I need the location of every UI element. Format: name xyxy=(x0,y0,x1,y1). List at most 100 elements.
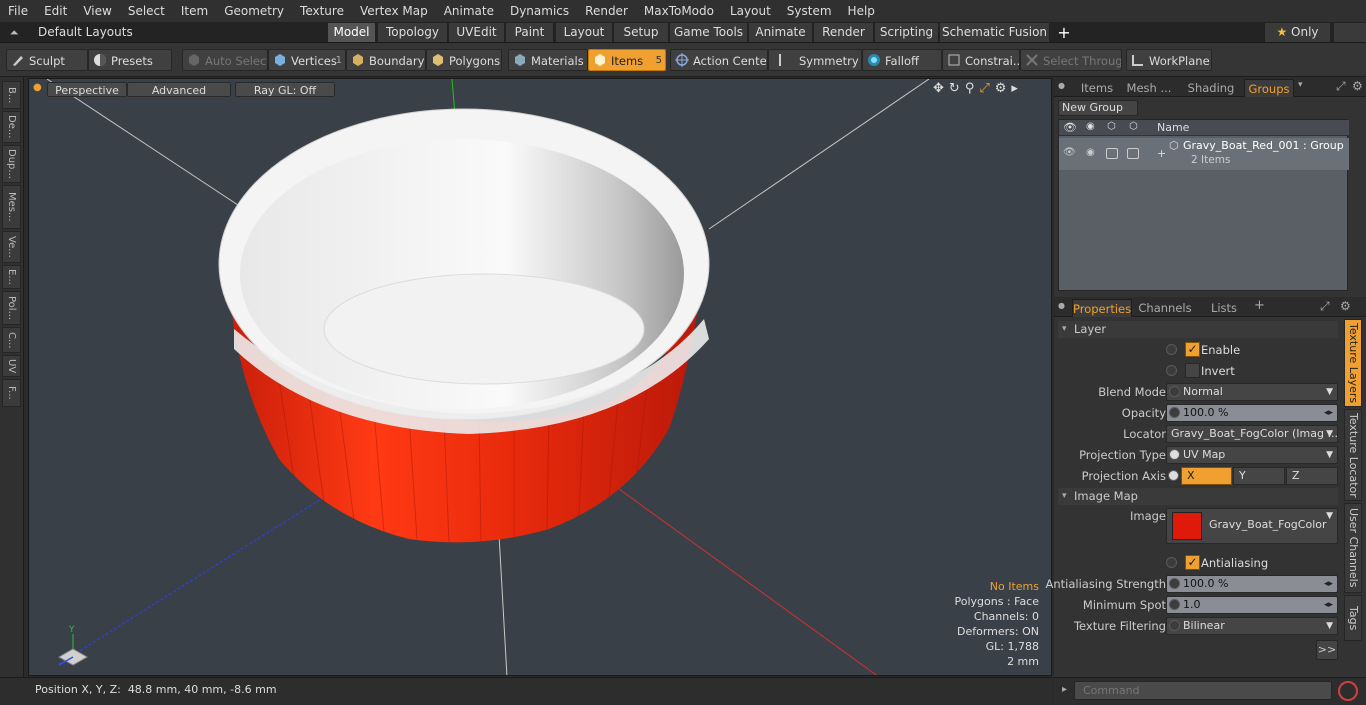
enable-dot[interactable] xyxy=(1166,344,1177,355)
antialiasing-checkbox[interactable]: ✓ xyxy=(1185,555,1200,570)
invert-dot[interactable] xyxy=(1166,365,1177,376)
left-tab-2[interactable]: Dup... xyxy=(2,145,21,183)
left-tab-1[interactable]: De... xyxy=(2,111,21,143)
projection-type-dot[interactable] xyxy=(1169,449,1180,460)
menu-layout[interactable]: Layout xyxy=(722,0,779,22)
left-tab-0[interactable]: B... xyxy=(2,81,21,109)
tabs-dropdown-icon[interactable]: ▾ xyxy=(1298,80,1303,90)
menu-geometry[interactable]: Geometry xyxy=(216,0,292,22)
opacity-field[interactable]: 100.0 % ◂▸ xyxy=(1166,404,1338,422)
tab-channels[interactable]: Channels xyxy=(1136,299,1194,317)
new-group-button[interactable]: New Group xyxy=(1058,100,1138,116)
projection-type-dropdown[interactable]: UV Map ▼ xyxy=(1166,446,1338,464)
view-more-icon[interactable]: ▸ xyxy=(1011,81,1023,96)
tab-schematic-fusion[interactable]: Schematic Fusion xyxy=(940,23,1050,42)
menu-system[interactable]: System xyxy=(779,0,840,22)
3d-viewport[interactable]: Y ● Perspective Advanced Ray GL: Off ✥↻⚲… xyxy=(28,78,1052,676)
tab-shading[interactable]: Shading xyxy=(1180,79,1242,97)
tab-scripting[interactable]: Scripting xyxy=(875,23,939,42)
left-tab-8[interactable]: UV xyxy=(2,355,21,377)
layer-section[interactable]: Layer xyxy=(1058,321,1338,338)
tab-items[interactable]: Items xyxy=(1074,79,1120,97)
move-view-icon[interactable]: ✥ xyxy=(933,81,949,96)
slider-arrows-icon[interactable]: ◂▸ xyxy=(1324,597,1333,613)
left-tab-6[interactable]: Pol... xyxy=(2,291,21,325)
presets-button[interactable]: Presets xyxy=(88,49,172,71)
invert-checkbox[interactable] xyxy=(1185,363,1200,378)
layout-arrow-icon[interactable]: ⏶ xyxy=(4,24,24,41)
row-visibility-icon[interactable]: 👁 xyxy=(1063,147,1076,158)
select-col-icon[interactable]: ⬡ xyxy=(1129,121,1138,132)
tab-setup[interactable]: Setup xyxy=(614,23,669,42)
row-select-box[interactable] xyxy=(1127,148,1139,159)
texture-filtering-dot[interactable] xyxy=(1169,620,1180,631)
add-properties-tab-icon[interactable]: + xyxy=(1254,298,1265,313)
add-tab-icon[interactable]: + xyxy=(1054,23,1074,42)
tab-groups[interactable]: Groups xyxy=(1244,79,1294,97)
panel-dot-icon[interactable]: ● xyxy=(1058,81,1065,90)
viewport-menu-dot-icon[interactable]: ● xyxy=(33,83,42,93)
auto-select-button[interactable]: Auto Select xyxy=(182,49,268,71)
tab-lists[interactable]: Lists xyxy=(1200,299,1248,317)
lock-col-icon[interactable]: ⬡ xyxy=(1107,121,1116,132)
constraints-button[interactable]: Constrai... xyxy=(942,49,1020,71)
sculpt-button[interactable]: Sculpt xyxy=(6,49,88,71)
left-tab-4[interactable]: Ve... xyxy=(2,231,21,263)
menu-vertex-map[interactable]: Vertex Map xyxy=(352,0,436,22)
side-tab-user-channels[interactable]: User Channels xyxy=(1344,503,1362,593)
side-tab-texture-locator[interactable]: Texture Locator xyxy=(1344,409,1362,501)
maximize-view-icon[interactable]: ⤢ xyxy=(979,81,994,96)
tab-animate[interactable]: Animate xyxy=(749,23,813,42)
menu-item[interactable]: Item xyxy=(173,0,216,22)
menu-animate[interactable]: Animate xyxy=(436,0,502,22)
tab-layout[interactable]: Layout xyxy=(556,23,613,42)
boundary-button[interactable]: Boundary xyxy=(346,49,426,71)
min-spot-field[interactable]: 1.0 ◂▸ xyxy=(1166,596,1338,614)
items-button[interactable]: Items 5 xyxy=(588,49,666,71)
aa-strength-field[interactable]: 100.0 % ◂▸ xyxy=(1166,575,1338,593)
raygl-button[interactable]: Ray GL: Off xyxy=(235,82,335,97)
image-map-section[interactable]: Image Map xyxy=(1058,488,1338,505)
antialiasing-dot[interactable] xyxy=(1166,557,1177,568)
slider-arrows-icon[interactable]: ◂▸ xyxy=(1324,405,1333,421)
opacity-dot[interactable] xyxy=(1169,407,1180,418)
row-render-icon[interactable]: ◉ xyxy=(1086,147,1095,158)
default-layouts-dropdown[interactable]: Default Layouts ▾ xyxy=(28,24,138,56)
action-center-button[interactable]: Action Center xyxy=(670,49,768,71)
symmetry-button[interactable]: Symmetry xyxy=(768,49,862,71)
command-input[interactable] xyxy=(1074,681,1332,700)
image-dropdown[interactable]: Gravy_Boat_FogColor ▼ xyxy=(1166,508,1338,544)
side-tab-tags[interactable]: Tags xyxy=(1344,595,1362,641)
zoom-view-icon[interactable]: ⚲ xyxy=(965,81,980,96)
tab-properties[interactable]: Properties xyxy=(1072,299,1132,317)
left-tab-7[interactable]: C... xyxy=(2,327,21,353)
menu-texture[interactable]: Texture xyxy=(292,0,352,22)
enable-checkbox[interactable]: ✓ xyxy=(1185,342,1200,357)
rotate-view-icon[interactable]: ↻ xyxy=(949,81,965,96)
blend-mode-dot[interactable] xyxy=(1169,386,1180,397)
left-tab-5[interactable]: E... xyxy=(2,265,21,289)
properties-settings-icon[interactable]: ⚙ xyxy=(1340,299,1351,313)
menu-view[interactable]: View xyxy=(75,0,119,22)
left-tab-3[interactable]: Mes... xyxy=(2,185,21,229)
side-tab-texture-layers[interactable]: Texture Layers xyxy=(1344,319,1362,407)
polygons-button[interactable]: Polygons xyxy=(426,49,502,71)
tab-game-tools[interactable]: Game Tools xyxy=(670,23,748,42)
tab-render[interactable]: Render xyxy=(814,23,874,42)
blend-mode-dropdown[interactable]: Normal ▼ xyxy=(1166,383,1338,401)
only-toggle[interactable]: ★ Only xyxy=(1264,23,1330,42)
left-tab-9[interactable]: F... xyxy=(2,379,21,407)
menu-maxtomodo[interactable]: MaxToModo xyxy=(636,0,722,22)
view-settings-icon[interactable]: ⚙ xyxy=(995,81,1012,96)
visibility-col-icon[interactable]: 👁 xyxy=(1063,121,1077,134)
workplane-button[interactable]: WorkPlane xyxy=(1126,49,1212,71)
menu-render[interactable]: Render xyxy=(577,0,636,22)
tab-mesh[interactable]: Mesh ... xyxy=(1124,79,1174,97)
tab-paint[interactable]: Paint xyxy=(506,23,554,42)
projection-axis-dot[interactable] xyxy=(1168,470,1179,481)
perspective-button[interactable]: Perspective xyxy=(47,82,127,97)
texture-filtering-dropdown[interactable]: Bilinear ▼ xyxy=(1166,617,1338,635)
more-button[interactable]: >> xyxy=(1316,640,1338,660)
falloff-button[interactable]: Falloff xyxy=(862,49,942,71)
slider-arrows-icon[interactable]: ◂▸ xyxy=(1324,576,1333,592)
